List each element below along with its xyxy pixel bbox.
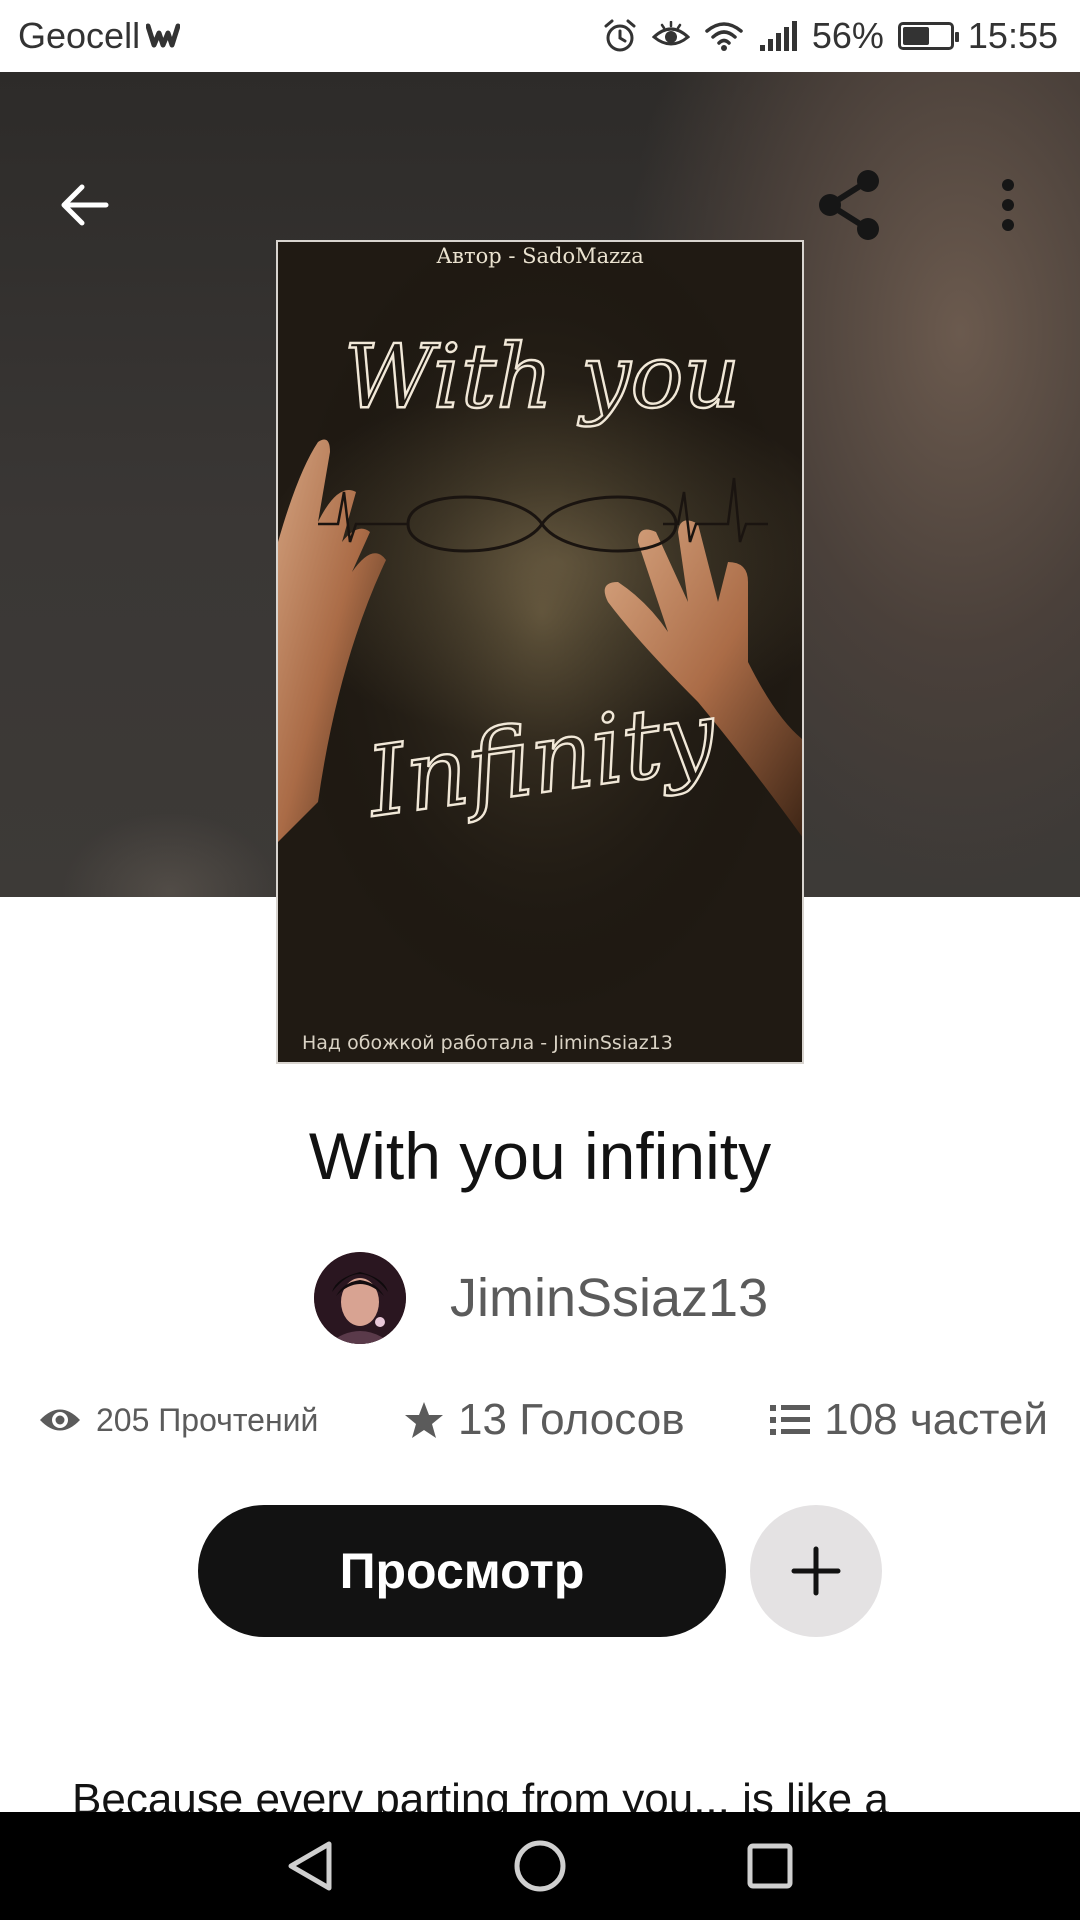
arrow-left-icon <box>61 184 109 226</box>
author-avatar[interactable] <box>314 1252 406 1344</box>
battery-level-fill <box>902 27 929 45</box>
battery-percent: 56% <box>811 15 884 56</box>
votes-count: 13 Голосов <box>458 1395 685 1444</box>
star-icon <box>405 1402 444 1438</box>
status-left: Geocell <box>18 15 181 57</box>
carrier-label: Geocell <box>18 15 141 56</box>
cover-art-title-line1: With you <box>344 325 740 428</box>
back-button[interactable] <box>34 155 134 255</box>
clock: 15:55 <box>967 15 1058 56</box>
list-icon <box>770 1405 811 1435</box>
story-details-screen: Geocell 56% 15:55 With you Infinity Авто… <box>0 0 1080 1920</box>
eye-comfort-icon <box>651 21 690 51</box>
wifi-icon <box>704 19 744 53</box>
home-circle-icon <box>514 1840 566 1892</box>
system-nav-bar <box>0 1812 1080 1920</box>
battery-icon <box>897 22 959 50</box>
nav-recents-button[interactable] <box>720 1816 820 1916</box>
status-right: 56% 15:55 <box>602 15 1058 57</box>
story-cover[interactable]: With you Infinity Автор - SadoMazza Над … <box>276 240 804 1064</box>
status-bar: Geocell 56% 15:55 <box>0 0 1080 72</box>
cover-artwork: With you Infinity <box>278 242 802 1062</box>
reads-stat: 205 Прочтений <box>38 1402 318 1439</box>
parts-stat: 108 частей <box>770 1395 1048 1445</box>
more-options-button[interactable] <box>958 155 1058 255</box>
share-icon <box>819 170 879 240</box>
nav-back-button[interactable] <box>260 1816 360 1916</box>
eye-icon <box>40 1409 80 1431</box>
read-button[interactable]: Просмотр <box>198 1505 726 1637</box>
share-button[interactable] <box>800 155 900 255</box>
recents-square-icon <box>747 1843 793 1889</box>
story-title: With you infinity <box>308 1119 772 1193</box>
more-vertical-icon <box>1002 179 1014 231</box>
story-stats: 205 Прочтений 13 Голосов 108 частей <box>38 1395 1048 1445</box>
reads-count: 205 Прочтений <box>96 1401 319 1438</box>
plus-icon <box>791 1546 841 1596</box>
author-name[interactable]: JiminSsiaz13 <box>450 1267 768 1329</box>
nav-home-button[interactable] <box>490 1816 590 1916</box>
parts-count: 108 частей <box>824 1395 1048 1444</box>
signal-icon <box>758 19 798 53</box>
alarm-icon <box>602 18 638 54</box>
cover-author-credit: Автор - SadoMazza <box>436 244 644 268</box>
add-to-library-button[interactable] <box>750 1505 882 1637</box>
cover-designer-credit: Над обожкой работала - JiminSsiaz13 <box>302 1032 673 1054</box>
author-link[interactable]: JiminSsiaz13 <box>314 1252 768 1344</box>
votes-stat: 13 Голосов <box>404 1395 685 1445</box>
wattpad-icon <box>146 23 181 49</box>
back-triangle-icon <box>288 1841 332 1891</box>
